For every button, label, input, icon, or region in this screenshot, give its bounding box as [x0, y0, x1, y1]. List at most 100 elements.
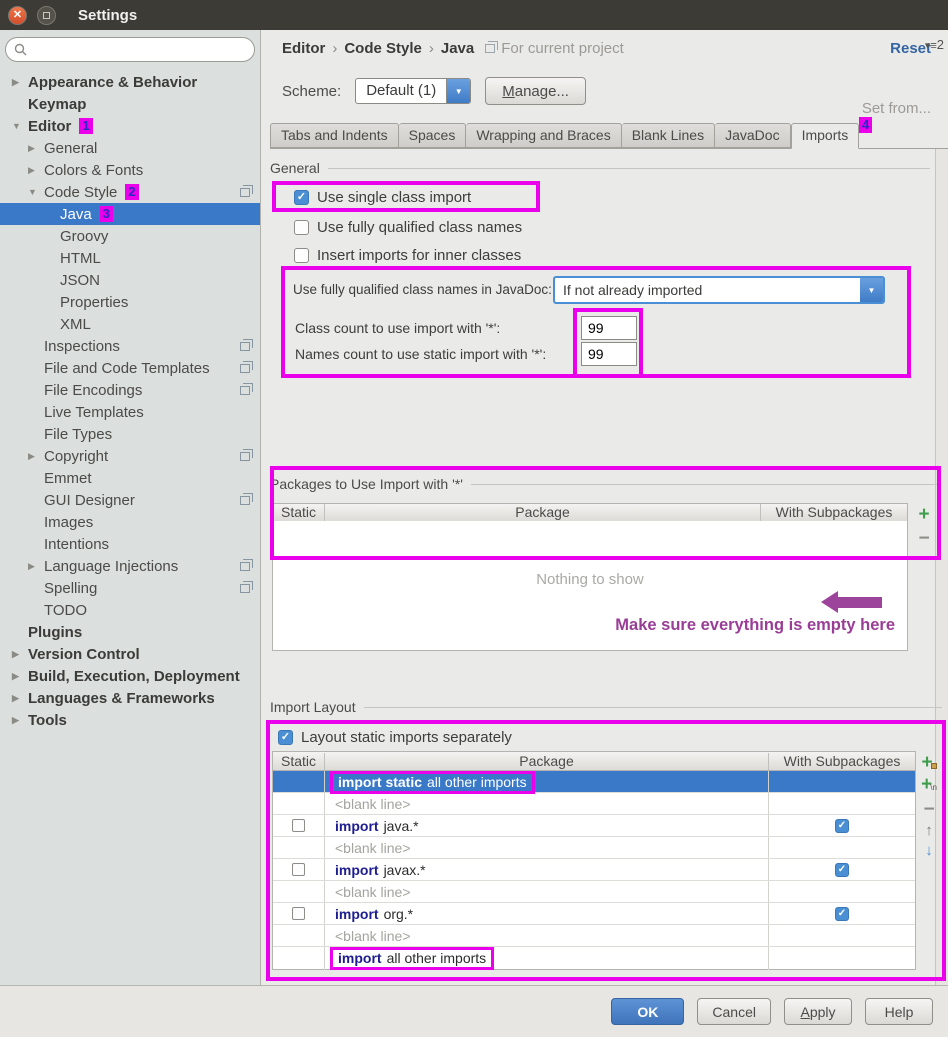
import-layout-row[interactable]: importjavax.*✓	[273, 859, 915, 881]
sidebar-item-languages-frameworks[interactable]: ▶Languages & Frameworks	[0, 687, 260, 709]
checkbox-checked-icon[interactable]: ✓	[278, 730, 293, 745]
add-blank-line-button[interactable]: +\n	[921, 776, 937, 797]
import-layout-row[interactable]: <blank line>	[273, 793, 915, 815]
import-layout-row[interactable]: import staticall other imports	[273, 771, 915, 793]
set-from-link[interactable]: Set from...	[862, 100, 931, 117]
checkbox-unchecked-icon[interactable]	[292, 907, 305, 920]
sidebar-item-editor[interactable]: ▼Editor1	[0, 115, 260, 137]
sidebar-item-tools[interactable]: ▶Tools	[0, 709, 260, 731]
import-layout-row[interactable]: <blank line>	[273, 925, 915, 947]
sidebar-item-code-style[interactable]: ▼Code Style2	[0, 181, 260, 203]
restore-icon[interactable]	[37, 6, 56, 25]
sidebar-item-xml[interactable]: XML	[0, 313, 260, 335]
javadoc-select[interactable]: If not already imported ▼	[553, 276, 885, 304]
checkbox-unchecked-icon[interactable]	[294, 248, 309, 263]
sidebar-item-build-execution-deployment[interactable]: ▶Build, Execution, Deployment	[0, 665, 260, 687]
tab-tabs-and-indents[interactable]: Tabs and Indents	[270, 123, 399, 148]
import-layout-row[interactable]: importorg.* ✓	[273, 903, 915, 925]
sidebar-item-general[interactable]: ▶General	[0, 137, 260, 159]
chevron-right-icon[interactable]: ▶	[28, 561, 44, 572]
chevron-right-icon[interactable]: ▶	[12, 649, 28, 660]
use-single-class-import-row[interactable]: ✓ Use single class import	[294, 187, 471, 207]
remove-entry-button[interactable]: −	[923, 801, 934, 819]
manage-button[interactable]: Manage...	[485, 77, 586, 105]
ok-button[interactable]: OK	[611, 998, 684, 1025]
sidebar-item-copyright[interactable]: ▶Copyright	[0, 445, 260, 467]
chevron-down-icon[interactable]: ▼	[28, 187, 44, 197]
chevron-right-icon[interactable]: ▶	[28, 451, 44, 462]
use-fully-qualified-class-names-row[interactable]: Use fully qualified class names	[294, 217, 522, 237]
checkbox-unchecked-icon[interactable]	[292, 819, 305, 832]
close-icon[interactable]: ✕	[8, 6, 27, 25]
sidebar-item-inspections[interactable]: Inspections	[0, 335, 260, 357]
tab-spaces[interactable]: Spaces	[399, 123, 467, 148]
sidebar-item-label: Inspections	[44, 338, 120, 355]
breadcrumb-editor[interactable]: Editor	[282, 40, 325, 57]
chevron-down-icon[interactable]: ▼	[446, 79, 470, 103]
chevron-right-icon[interactable]: ▶	[12, 715, 28, 726]
sidebar-item-gui-designer[interactable]: GUI Designer	[0, 489, 260, 511]
chevron-right-icon[interactable]: ▶	[12, 693, 28, 704]
checkbox-label: Layout static imports separately	[301, 729, 512, 746]
chevron-right-icon[interactable]: ▶	[28, 165, 44, 176]
apply-button[interactable]: Apply	[784, 998, 852, 1025]
settings-tree: ▶Appearance & BehaviorKeymap▼Editor1▶Gen…	[0, 71, 260, 731]
import-layout-row[interactable]: importall other imports	[273, 947, 915, 969]
chevron-down-icon[interactable]: ▼	[12, 121, 28, 131]
breadcrumb-code-style[interactable]: Code Style	[344, 40, 422, 57]
sidebar-item-file-and-code-templates[interactable]: File and Code Templates	[0, 357, 260, 379]
sidebar-item-emmet[interactable]: Emmet	[0, 467, 260, 489]
sidebar-item-plugins[interactable]: Plugins	[0, 621, 260, 643]
checkbox-checked-icon[interactable]: ✓	[835, 907, 849, 921]
scheme-select[interactable]: Default (1) ▼	[355, 78, 471, 104]
cancel-button[interactable]: Cancel	[697, 998, 771, 1025]
add-package-button[interactable]: +	[918, 506, 929, 524]
sidebar-item-images[interactable]: Images	[0, 511, 260, 533]
move-down-button[interactable]: ↓	[925, 843, 933, 859]
checkbox-checked-icon[interactable]: ✓	[835, 863, 849, 877]
hidden-tabs-indicator[interactable]: ▾≡2	[925, 37, 944, 52]
sidebar-item-html[interactable]: HTML	[0, 247, 260, 269]
sidebar-item-appearance-behavior[interactable]: ▶Appearance & Behavior	[0, 71, 260, 93]
import-layout-row[interactable]: <blank line>	[273, 881, 915, 903]
sidebar-item-groovy[interactable]: Groovy	[0, 225, 260, 247]
sidebar-item-file-types[interactable]: File Types	[0, 423, 260, 445]
search-input[interactable]	[32, 42, 254, 58]
checkbox-unchecked-icon[interactable]	[294, 220, 309, 235]
tab-blank-lines[interactable]: Blank Lines	[622, 123, 715, 148]
chevron-down-icon[interactable]: ▼	[860, 278, 883, 302]
tab-javadoc[interactable]: JavaDoc	[715, 123, 790, 148]
checkbox-checked-icon[interactable]: ✓	[294, 190, 309, 205]
sidebar-item-keymap[interactable]: Keymap	[0, 93, 260, 115]
sidebar-item-properties[interactable]: Properties	[0, 291, 260, 313]
layout-static-imports-row[interactable]: ✓ Layout static imports separately	[278, 729, 512, 746]
move-up-button[interactable]: ↑	[925, 823, 933, 839]
sidebar-item-live-templates[interactable]: Live Templates	[0, 401, 260, 423]
chevron-right-icon[interactable]: ▶	[28, 143, 44, 154]
sidebar-item-intentions[interactable]: Intentions	[0, 533, 260, 555]
sidebar-item-json[interactable]: JSON	[0, 269, 260, 291]
sidebar-item-version-control[interactable]: ▶Version Control	[0, 643, 260, 665]
insert-imports-for-inner-classes-row[interactable]: Insert imports for inner classes	[294, 245, 521, 265]
checkbox-unchecked-icon[interactable]	[292, 863, 305, 876]
import-layout-row[interactable]: <blank line>	[273, 837, 915, 859]
sidebar-item-language-injections[interactable]: ▶Language Injections	[0, 555, 260, 577]
remove-package-button[interactable]: −	[918, 530, 929, 548]
tab-wrapping-and-braces[interactable]: Wrapping and Braces	[466, 123, 621, 148]
search-box[interactable]	[5, 37, 255, 62]
chevron-right-icon[interactable]: ▶	[12, 671, 28, 682]
checkbox-checked-icon[interactable]: ✓	[835, 819, 849, 833]
add-package-button[interactable]: +	[921, 754, 936, 772]
chevron-right-icon[interactable]: ▶	[12, 77, 28, 88]
sidebar-item-file-encodings[interactable]: File Encodings	[0, 379, 260, 401]
sidebar-item-spelling[interactable]: Spelling	[0, 577, 260, 599]
package-cell: importorg.*	[325, 903, 769, 924]
sidebar-item-todo[interactable]: TODO	[0, 599, 260, 621]
tab-imports[interactable]: Imports4	[791, 123, 860, 149]
help-button[interactable]: Help	[865, 998, 933, 1025]
sidebar-item-java[interactable]: Java3	[0, 203, 260, 225]
sidebar-item-colors-fonts[interactable]: ▶Colors & Fonts	[0, 159, 260, 181]
names-count-field[interactable]	[581, 342, 637, 366]
class-count-field[interactable]	[581, 316, 637, 340]
import-layout-row[interactable]: importjava.*✓	[273, 815, 915, 837]
